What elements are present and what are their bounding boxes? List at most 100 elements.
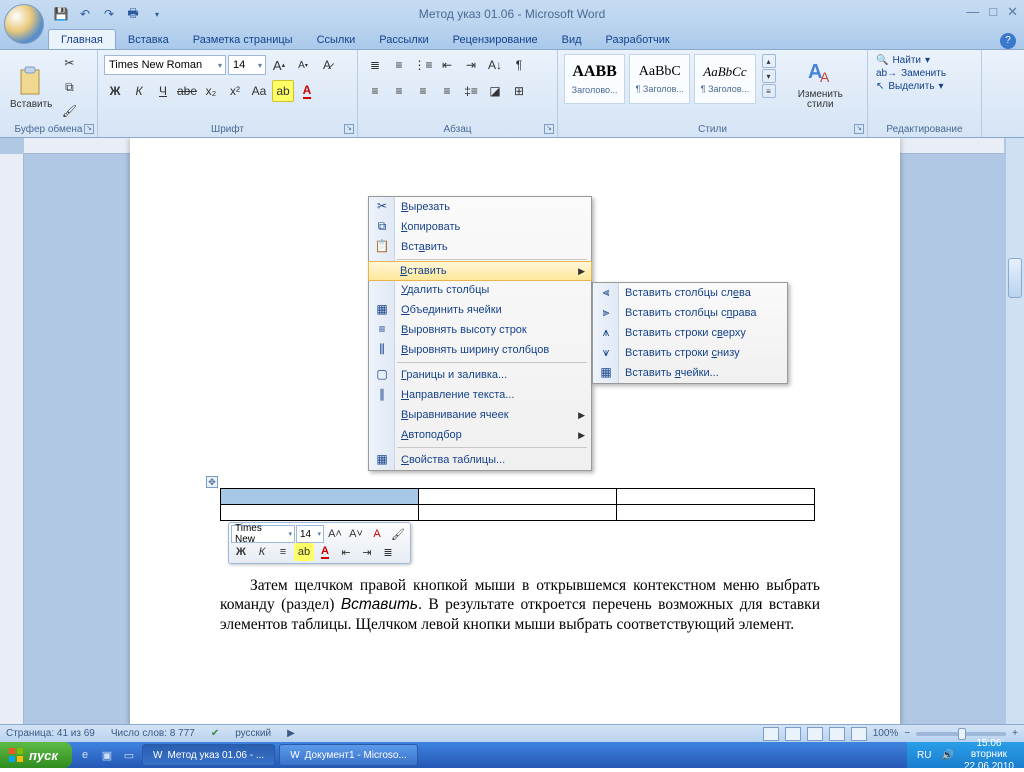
underline-button[interactable]: Ч (152, 80, 174, 102)
subscript-button[interactable]: x₂ (200, 80, 222, 102)
style-item[interactable]: AaBbCc¶ Заголов... (694, 54, 755, 104)
print-icon[interactable]: 🖶 (124, 5, 142, 23)
tab-page-layout[interactable]: Разметка страницы (181, 30, 305, 49)
mini-size-select[interactable]: 14 (296, 525, 324, 543)
multilevel-button[interactable]: ⋮≡ (412, 54, 434, 76)
submenu-item[interactable]: ⫷Вставить столбцы слева (593, 283, 787, 303)
tab-home[interactable]: Главная (48, 29, 116, 49)
taskbar-item[interactable]: WМетод указ 01.06 - ... (142, 744, 275, 766)
styles-more[interactable]: ≡ (762, 84, 776, 98)
context-menu-item[interactable]: Вставить▶ (368, 261, 592, 281)
status-page[interactable]: Страница: 41 из 69 (6, 728, 95, 739)
context-menu-item[interactable]: Автоподбор▶ (369, 425, 591, 445)
change-styles-button[interactable]: AA Изменить стили (780, 54, 861, 112)
tab-review[interactable]: Рецензирование (441, 30, 550, 49)
font-size-select[interactable]: 14 (228, 55, 266, 75)
tab-developer[interactable]: Разработчик (594, 30, 682, 49)
mini-center[interactable]: ≡ (273, 543, 293, 561)
context-menu-item[interactable]: ∥Направление текста... (369, 385, 591, 405)
view-draft[interactable] (851, 727, 867, 741)
align-center-button[interactable]: ≡ (388, 80, 410, 102)
format-painter-icon[interactable]: 🖌 (58, 100, 80, 122)
tray-volume-icon[interactable]: 🔊 (941, 750, 953, 761)
undo-icon[interactable]: ↶ (76, 5, 94, 23)
submenu-item[interactable]: ⩚Вставить строки сверху (593, 323, 787, 343)
mini-format-painter[interactable]: 🖌 (388, 525, 408, 543)
styles-dialog-launcher[interactable]: ↘ (854, 124, 864, 134)
document-table[interactable] (220, 488, 815, 521)
context-menu-item[interactable]: ▦Объединить ячейки (369, 300, 591, 320)
status-words[interactable]: Число слов: 8 777 (111, 728, 195, 739)
shrink-font-icon[interactable]: A▾ (292, 54, 314, 76)
mini-highlight[interactable]: ab (294, 543, 314, 561)
mini-bullets[interactable]: ≣ (378, 543, 398, 561)
style-item[interactable]: ААВВЗаголово... (564, 54, 625, 104)
qat-more-icon[interactable]: ▾ (148, 5, 166, 23)
borders-button[interactable]: ⊞ (508, 80, 530, 102)
vertical-scrollbar[interactable] (1006, 138, 1024, 724)
indent-inc-button[interactable]: ⇥ (460, 54, 482, 76)
taskbar-item[interactable]: WДокумент1 - Microso... (279, 744, 418, 766)
justify-button[interactable]: ≡ (436, 80, 458, 102)
redo-icon[interactable]: ↷ (100, 5, 118, 23)
status-macro-icon[interactable]: ▶ (287, 728, 295, 739)
line-spacing-button[interactable]: ‡≡ (460, 80, 482, 102)
mini-italic[interactable]: К (252, 543, 272, 561)
status-proof-icon[interactable]: ✔ (211, 728, 219, 739)
view-print-layout[interactable] (763, 727, 779, 741)
tab-insert[interactable]: Вставка (116, 30, 181, 49)
page[interactable]: ✥ Times New 14 A˄ A˅ A 🖌 Ж К ≡ ab A ⇤ ⇥ (130, 138, 900, 724)
change-case-button[interactable]: Aa (248, 80, 270, 102)
select-button[interactable]: ↖Выделить ▾ (874, 80, 975, 93)
context-menu-item[interactable]: Выравнивание ячеек▶ (369, 405, 591, 425)
table-move-handle[interactable]: ✥ (206, 476, 218, 488)
numbering-button[interactable]: ≡ (388, 54, 410, 76)
paste-button[interactable]: Вставить (6, 63, 56, 112)
bold-button[interactable]: Ж (104, 80, 126, 102)
context-menu-item[interactable]: 📋Вставить (369, 237, 591, 257)
context-menu-item[interactable]: ✂Вырезать (369, 197, 591, 217)
cut-icon[interactable]: ✂ (58, 52, 80, 74)
tray-clock[interactable]: 15:06 вторник 22.06.2010 (964, 738, 1014, 772)
find-button[interactable]: 🔍Найти ▾ (874, 54, 975, 67)
mini-indent-inc[interactable]: ⇥ (357, 543, 377, 561)
mini-font-select[interactable]: Times New (231, 525, 295, 543)
close-button[interactable]: ✕ (1007, 4, 1018, 20)
align-left-button[interactable]: ≡ (364, 80, 386, 102)
context-menu-item[interactable]: Удалить столбцы (369, 280, 591, 300)
font-family-select[interactable]: Times New Roman (104, 55, 226, 75)
clear-format-icon[interactable]: A̷ (316, 54, 338, 76)
tab-view[interactable]: Вид (550, 30, 594, 49)
italic-button[interactable]: К (128, 80, 150, 102)
show-marks-button[interactable]: ¶ (508, 54, 530, 76)
maximize-button[interactable]: □ (989, 4, 997, 20)
mini-bold[interactable]: Ж (231, 543, 251, 561)
mini-style[interactable]: A (367, 525, 387, 543)
ie-icon[interactable]: e (76, 746, 94, 764)
zoom-out[interactable]: − (904, 728, 910, 739)
submenu-item[interactable]: ⩛Вставить строки снизу (593, 343, 787, 363)
grow-font-icon[interactable]: A▴ (268, 54, 290, 76)
tab-references[interactable]: Ссылки (305, 30, 368, 49)
clipboard-dialog-launcher[interactable]: ↘ (84, 124, 94, 134)
vertical-ruler[interactable] (0, 154, 24, 724)
context-menu-item[interactable]: ≡Выровнять высоту строк (369, 320, 591, 340)
indent-dec-button[interactable]: ⇤ (436, 54, 458, 76)
view-full-screen[interactable] (785, 727, 801, 741)
tray-lang[interactable]: RU (917, 750, 931, 761)
context-menu-item[interactable]: ⧉Копировать (369, 217, 591, 237)
table-row[interactable] (221, 489, 815, 505)
view-web[interactable] (807, 727, 823, 741)
save-icon[interactable]: 💾 (52, 5, 70, 23)
shading-button[interactable]: ◪ (484, 80, 506, 102)
tab-mailings[interactable]: Рассылки (367, 30, 440, 49)
sort-button[interactable]: A↓ (484, 54, 506, 76)
context-menu-item[interactable]: ⫼Выровнять ширину столбцов (369, 340, 591, 360)
submenu-item[interactable]: ⫸Вставить столбцы справа (593, 303, 787, 323)
font-color-button[interactable]: A (296, 80, 318, 102)
styles-scroll-down[interactable]: ▾ (762, 69, 776, 83)
copy-icon[interactable]: ⧉ (58, 76, 80, 98)
start-button[interactable]: пуск (0, 742, 72, 768)
show-desktop-icon[interactable]: ▭ (120, 746, 138, 764)
font-dialog-launcher[interactable]: ↘ (344, 124, 354, 134)
